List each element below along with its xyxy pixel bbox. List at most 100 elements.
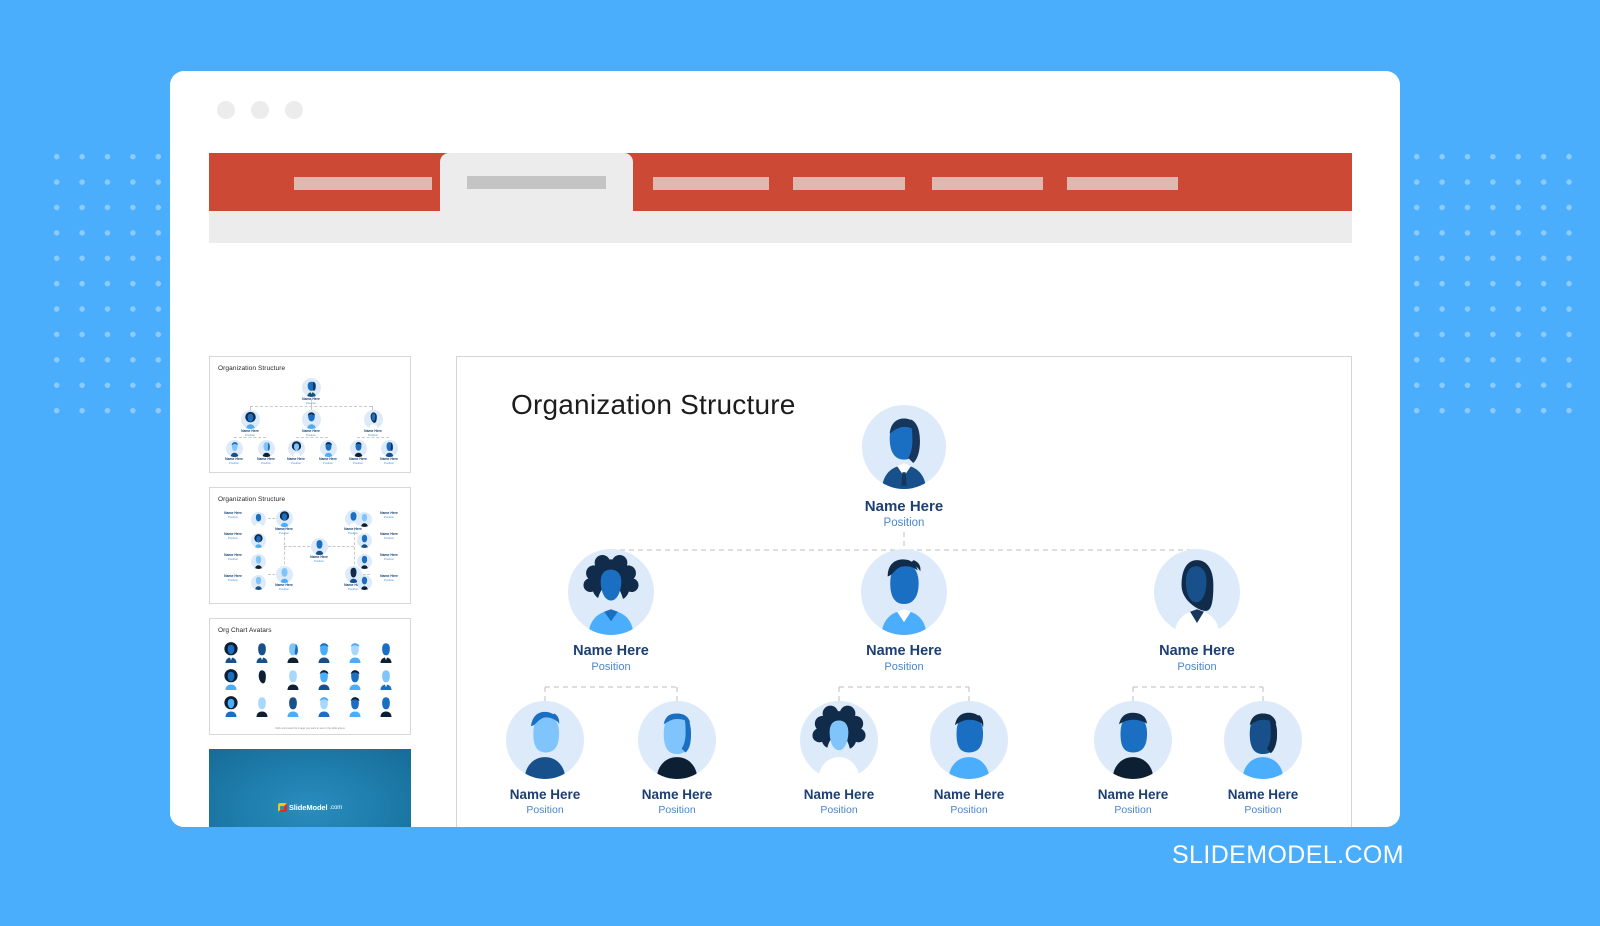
avatar-icon xyxy=(380,643,392,663)
avatar-icon xyxy=(1174,560,1220,635)
org-node-name: Name Here xyxy=(866,643,942,659)
org-node-l3-4[interactable]: Name Here Position xyxy=(915,701,1023,816)
mini-position: Position xyxy=(228,577,238,582)
ribbon-tab-5[interactable] xyxy=(932,168,1043,199)
avatar xyxy=(800,701,878,779)
maximize-dot[interactable] xyxy=(285,101,303,119)
avatar-icon xyxy=(318,697,330,717)
avatar-icon xyxy=(349,697,361,717)
slide-thumbnail-2[interactable]: Organization Structure Name Here Positio… xyxy=(209,487,411,604)
ribbon-tab-1-label xyxy=(294,177,432,190)
brand-watermark: SLIDEMODEL.COM xyxy=(1171,841,1404,869)
mini-position: Position xyxy=(314,558,324,563)
avatar-icon xyxy=(287,670,299,690)
ribbon-tab-2[interactable] xyxy=(440,153,633,211)
avatar-cell xyxy=(282,641,309,663)
close-dot[interactable] xyxy=(217,101,235,119)
org-node-position: Position xyxy=(820,804,858,816)
avatar-icon xyxy=(361,534,368,548)
avatar xyxy=(861,549,947,635)
org-node-l2-2[interactable]: Name Here Position xyxy=(846,549,962,673)
avatar-cell xyxy=(313,668,340,690)
ribbon xyxy=(170,141,1400,251)
avatar-cell xyxy=(313,641,340,663)
background-dot-pattern-left xyxy=(38,138,186,418)
org-node-l3-2[interactable]: Name Here Position xyxy=(623,701,731,816)
avatar-icon xyxy=(315,540,323,555)
avatar-grid xyxy=(220,641,402,717)
avatar-icon xyxy=(224,696,238,717)
avatar-cell xyxy=(251,641,278,663)
ribbon-tab-6[interactable] xyxy=(1067,168,1178,199)
avatar-icon xyxy=(361,513,368,527)
avatar xyxy=(1224,701,1302,779)
mini-position: Position xyxy=(228,514,238,519)
org-node-position: Position xyxy=(950,804,988,816)
avatar-icon xyxy=(287,643,299,663)
avatar-icon xyxy=(287,697,299,717)
org-node-name: Name Here xyxy=(864,498,944,515)
avatar-cell xyxy=(220,641,247,663)
org-node-position: Position xyxy=(591,661,631,673)
mini-position: Position xyxy=(229,460,239,465)
avatar-cell xyxy=(282,695,309,717)
ribbon-tab-4[interactable] xyxy=(793,168,905,199)
org-node-l3-5[interactable]: Name Here Position xyxy=(1079,701,1187,816)
org-node-name: Name Here xyxy=(509,787,581,802)
avatar-icon xyxy=(1112,712,1154,779)
mini-position: Position xyxy=(306,432,316,437)
avatar xyxy=(568,549,654,635)
slidemodel-logo-text: SlideModel xyxy=(288,803,328,812)
avatar-icon xyxy=(354,442,362,457)
minimize-dot[interactable] xyxy=(251,101,269,119)
org-node-l3-1[interactable]: Name Here Position xyxy=(491,701,599,816)
slide-thumbnail-1[interactable]: Organization Structure Name Here Positio… xyxy=(209,356,411,473)
avatar-cell xyxy=(282,668,309,690)
avatar-icon xyxy=(291,441,301,457)
avatar-icon xyxy=(224,669,238,690)
avatar xyxy=(862,405,946,489)
slide-canvas[interactable]: Organization Structure Name Here Positio… xyxy=(456,356,1352,827)
org-node-name: Name Here xyxy=(1159,643,1235,659)
avatar xyxy=(506,701,584,779)
avatar-cell xyxy=(251,668,278,690)
avatar-icon xyxy=(812,705,866,779)
mini-position: Position xyxy=(323,460,333,465)
mini-position: Position xyxy=(384,556,394,561)
org-node-position: Position xyxy=(1244,804,1282,816)
mini-position: Position xyxy=(291,460,301,465)
ribbon-tab-1[interactable] xyxy=(294,168,432,199)
ribbon-tab-3[interactable] xyxy=(653,168,769,199)
slide-thumbnail-3[interactable]: Org Chart Avatars Click and paste the im… xyxy=(209,618,411,735)
avatar-icon xyxy=(948,712,990,779)
org-node-l3-6[interactable]: Name Here Position xyxy=(1209,701,1317,816)
mini-position: Position xyxy=(384,535,394,540)
org-node-name: Name Here xyxy=(933,787,1005,802)
avatar-cell xyxy=(313,695,340,717)
avatar-icon xyxy=(324,442,332,457)
org-node-l2-3[interactable]: Name Here Position xyxy=(1139,549,1255,673)
avatar-icon xyxy=(255,576,262,590)
slide-thumbnail-panel[interactable]: Organization Structure Name Here Positio… xyxy=(209,356,411,827)
avatar xyxy=(1154,549,1240,635)
mini-position: Position xyxy=(279,530,289,535)
org-node-position: Position xyxy=(658,804,696,816)
org-node-position: Position xyxy=(883,517,925,529)
slidemodel-logo-suffix: .com xyxy=(329,804,343,811)
org-node-l2-1[interactable]: Name Here Position xyxy=(553,549,669,673)
window-titlebar xyxy=(170,71,1400,141)
app-window: Organization Structure Name Here Positio… xyxy=(170,71,1400,827)
avatar-cell xyxy=(344,668,371,690)
avatar-icon xyxy=(583,555,639,635)
ribbon-tab-6-label xyxy=(1067,177,1178,190)
org-node-l3-3[interactable]: Name Here Position xyxy=(785,701,893,816)
avatar xyxy=(1094,701,1172,779)
avatar-icon xyxy=(256,643,268,663)
org-node-root[interactable]: Name Here Position xyxy=(846,405,962,529)
mini-position: Position xyxy=(261,460,271,465)
ribbon-tab-3-label xyxy=(653,177,769,190)
slide-thumbnail-4[interactable]: SlideModel .com xyxy=(209,749,411,827)
avatar-icon xyxy=(280,568,288,583)
avatar-cell xyxy=(375,641,402,663)
ribbon-tab-2-label xyxy=(467,175,606,189)
